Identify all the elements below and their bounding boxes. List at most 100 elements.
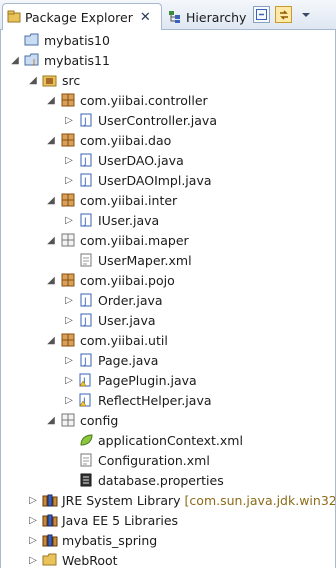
chevron-right-icon[interactable]: ▷ <box>63 370 75 390</box>
svg-text:J: J <box>32 58 35 66</box>
tree-item-configuration[interactable]: Configuration.xml <box>63 450 210 470</box>
chevron-right-icon[interactable]: ▷ <box>27 490 39 510</box>
project-folder-icon <box>24 32 40 48</box>
package-icon <box>60 132 76 148</box>
chevron-down-icon[interactable]: ◢ <box>45 270 57 290</box>
tree-item-label: com.yiibai.controller <box>80 92 208 108</box>
chevron-down-icon[interactable]: ◢ <box>45 230 57 250</box>
view-tab-bar: Package Explorer ✕ Hierarchy <box>0 0 336 30</box>
tree-item-dbprops[interactable]: database.properties <box>63 470 224 490</box>
svg-text:J: J <box>83 117 87 127</box>
chevron-right-icon[interactable]: ▷ <box>63 390 75 410</box>
svg-text:J: J <box>83 297 87 307</box>
tree-item-label: UserMaper.xml <box>98 252 192 268</box>
properties-file-icon <box>78 472 94 488</box>
chevron-right-icon[interactable]: ▷ <box>27 550 39 568</box>
tree-item-user-controller[interactable]: ▷ J UserController.java <box>63 110 217 130</box>
java-file-icon: J <box>78 312 94 328</box>
link-with-editor-button[interactable] <box>275 6 292 23</box>
java-file-icon: J <box>78 152 94 168</box>
tree-item-appcontext[interactable]: applicationContext.xml <box>63 430 243 450</box>
tree-item-label: WebRoot <box>62 552 118 568</box>
tree-item-mybatis10[interactable]: mybatis10 <box>9 30 110 50</box>
chevron-right-icon[interactable]: ▷ <box>63 210 75 230</box>
tree-item-usermaper[interactable]: UserMaper.xml <box>63 250 192 270</box>
tree-item-javaee-library[interactable]: ▷ Java EE 5 Libraries <box>27 510 178 530</box>
tree-toggle <box>63 250 75 270</box>
tree-item-pkg-inter[interactable]: ◢ com.yiibai.inter <box>45 190 177 210</box>
tree-item-label: Configuration.xml <box>98 452 210 468</box>
tree-toggle <box>63 470 75 490</box>
xml-file-icon <box>78 452 94 468</box>
chevron-down-icon[interactable]: ◢ <box>45 130 57 150</box>
tree-toggle[interactable] <box>9 30 21 50</box>
chevron-right-icon[interactable]: ▷ <box>63 350 75 370</box>
tree-item-jre-library[interactable]: ▷ JRE System Library [com.sun.java.jdk.w… <box>27 490 335 510</box>
tree-item-order[interactable]: ▷ J Order.java <box>63 290 162 310</box>
chevron-down-icon[interactable]: ◢ <box>45 410 57 430</box>
tree-item-src[interactable]: ◢ src <box>27 70 80 90</box>
package-icon <box>60 412 76 428</box>
tab-package-explorer[interactable]: Package Explorer ✕ <box>2 3 162 30</box>
svg-text:J: J <box>83 217 87 227</box>
java-file-icon: J <box>78 112 94 128</box>
chevron-right-icon[interactable]: ▷ <box>63 310 75 330</box>
tree-item-label: config <box>80 412 119 428</box>
source-folder-icon <box>42 72 58 88</box>
tree-item-label: src <box>62 72 81 88</box>
chevron-right-icon[interactable]: ▷ <box>63 290 75 310</box>
chevron-down-icon[interactable]: ◢ <box>9 50 21 70</box>
tree-toggle <box>63 430 75 450</box>
collapse-all-button[interactable] <box>253 6 270 23</box>
tree-item-label: com.yiibai.util <box>80 332 168 348</box>
package-icon <box>60 332 76 348</box>
chevron-right-icon[interactable]: ▷ <box>63 110 75 130</box>
folder-icon <box>42 552 58 568</box>
tree-item-label: mybatis10 <box>44 32 110 48</box>
tree-item-user[interactable]: ▷ J User.java <box>63 310 155 330</box>
tree-item-pkg-maper[interactable]: ◢ com.yiibai.maper <box>45 230 189 250</box>
view-menu-button[interactable] <box>297 6 314 23</box>
tree-item-label: mybatis_spring <box>62 532 158 548</box>
tree-item-reflecthelper[interactable]: ▷ J ReflectHelper.java <box>63 390 212 410</box>
chevron-right-icon[interactable]: ▷ <box>27 530 39 550</box>
chevron-down-icon[interactable]: ◢ <box>45 190 57 210</box>
tree-item-mybatis11[interactable]: ◢ J mybatis11 <box>9 50 110 70</box>
close-icon[interactable]: ✕ <box>140 10 151 25</box>
library-icon <box>42 532 58 548</box>
tree-item-pkg-controller[interactable]: ◢ com.yiibai.controller <box>45 90 208 110</box>
chevron-right-icon[interactable]: ▷ <box>63 170 75 190</box>
chevron-down-icon[interactable]: ◢ <box>45 90 57 110</box>
java-file-icon: J <box>78 172 94 188</box>
svg-text:J: J <box>83 177 87 187</box>
tree-item-config[interactable]: ◢ config <box>45 410 118 430</box>
tree-item-userdao[interactable]: ▷ J UserDAO.java <box>63 150 184 170</box>
svg-text:J: J <box>83 317 87 327</box>
tab-hierarchy[interactable]: Hierarchy <box>164 5 246 29</box>
tree-item-label: mybatis11 <box>44 52 110 68</box>
chevron-right-icon[interactable]: ▷ <box>63 150 75 170</box>
tree-item-pageplugin[interactable]: ▷ J PagePlugin.java <box>63 370 197 390</box>
tree-item-label: ReflectHelper.java <box>98 392 212 408</box>
tree-item-label: UserController.java <box>98 112 217 128</box>
tree-item-iuser[interactable]: ▷ J IUser.java <box>63 210 159 230</box>
chevron-down-icon[interactable]: ◢ <box>27 70 39 90</box>
tree-item-webroot[interactable]: ▷ WebRoot <box>27 550 118 568</box>
chevron-down-icon[interactable]: ◢ <box>45 330 57 350</box>
chevron-right-icon[interactable]: ▷ <box>27 510 39 530</box>
java-file-warning-icon: J <box>78 392 94 408</box>
tree-item-label: database.properties <box>98 472 224 488</box>
tree-item-label: com.yiibai.maper <box>80 232 189 248</box>
library-icon <box>42 492 58 508</box>
tree-item-page[interactable]: ▷ J Page.java <box>63 350 158 370</box>
tree-item-userdaoimpl[interactable]: ▷ J UserDAOImpl.java <box>63 170 212 190</box>
tree-item-pkg-dao[interactable]: ◢ com.yiibai.dao <box>45 130 171 150</box>
tree-item-pkg-util[interactable]: ◢ com.yiibai.util <box>45 330 168 350</box>
package-icon <box>60 232 76 248</box>
tree-item-label: UserDAOImpl.java <box>98 172 212 188</box>
tree-item-pkg-pojo[interactable]: ◢ com.yiibai.pojo <box>45 270 175 290</box>
tree-item-mybatis-spring[interactable]: ▷ mybatis_spring <box>27 530 157 550</box>
tree-item-label: com.yiibai.pojo <box>80 272 175 288</box>
svg-text:J: J <box>83 157 87 167</box>
package-tree: mybatis10 ◢ J mybatis11 ◢ src ◢ com.yiib… <box>0 30 336 568</box>
